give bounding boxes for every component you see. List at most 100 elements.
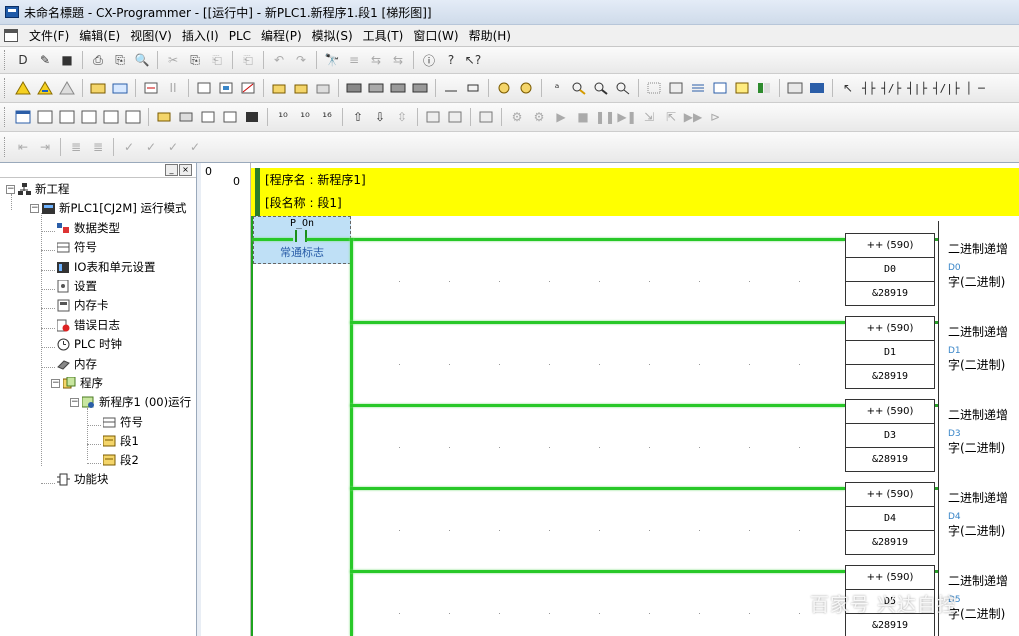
contact-or-icon[interactable]: ┤|├: [907, 82, 927, 95]
rung-up-icon[interactable]: ⇧: [348, 107, 368, 127]
tree-node-memory[interactable]: 内存: [57, 355, 97, 373]
tree-node-project[interactable]: − 新工程: [6, 180, 70, 198]
display-10-icon[interactable]: ¹⁰: [273, 107, 293, 127]
menu-view[interactable]: 视图(V): [125, 27, 177, 44]
display-16-icon[interactable]: ¹⁶: [317, 107, 337, 127]
grid-icon[interactable]: [644, 78, 664, 98]
cross-ref-view-icon[interactable]: [220, 107, 240, 127]
table-view-icon[interactable]: [710, 78, 730, 98]
toolbar-grip[interactable]: [4, 50, 8, 70]
zoom-icon[interactable]: [591, 78, 611, 98]
memory-view-icon[interactable]: [198, 107, 218, 127]
project-window-icon[interactable]: [13, 107, 33, 127]
properties-window-icon[interactable]: [101, 107, 121, 127]
rung-comment[interactable]: [程序名 : 新程序1] [段名称 : 段1]: [251, 168, 1019, 216]
mnemonic-view-icon[interactable]: [785, 78, 805, 98]
tree-node-function-blocks[interactable]: 功能块: [57, 470, 109, 488]
collapse-icon[interactable]: −: [70, 397, 79, 407]
sim-run-icon[interactable]: ▶: [551, 107, 571, 127]
instruction-increment[interactable]: ++ (590) D0 &28919: [845, 233, 935, 306]
force-on-icon[interactable]: [441, 78, 461, 98]
about-icon[interactable]: ⓘ: [419, 50, 439, 70]
collapse-icon[interactable]: −: [30, 203, 39, 213]
tree-node-error-log[interactable]: 错误日志: [56, 316, 120, 334]
ladder-diagram[interactable]: [程序名 : 新程序1] [段名称 : 段1] P_On 常通标志 ++ (59…: [251, 163, 1019, 636]
menu-edit[interactable]: 编辑(E): [74, 27, 125, 44]
sim-continue-icon[interactable]: ▶▶: [683, 107, 703, 127]
show-comments-icon[interactable]: [666, 78, 686, 98]
reset-value-icon[interactable]: [516, 78, 536, 98]
verify-icon[interactable]: [313, 78, 333, 98]
vertical-line-icon[interactable]: │: [966, 82, 973, 95]
replace-icon[interactable]: ≡: [344, 50, 364, 70]
sim-connect-icon[interactable]: ⚙: [507, 107, 527, 127]
set-value-icon[interactable]: [494, 78, 514, 98]
output-view-icon[interactable]: [242, 107, 262, 127]
menu-program[interactable]: 编程(P): [256, 27, 307, 44]
zoom-in-icon[interactable]: [569, 78, 589, 98]
print-preview-icon[interactable]: 🔍: [132, 50, 152, 70]
help-icon[interactable]: ?: [441, 50, 461, 70]
monitor-mode-icon[interactable]: [238, 78, 258, 98]
debug-mode-icon[interactable]: [216, 78, 236, 98]
sim-stop-icon[interactable]: ■: [573, 107, 593, 127]
tree-node-section-2[interactable]: 段2: [102, 451, 139, 469]
print-icon[interactable]: ⎙: [88, 50, 108, 70]
cut-icon[interactable]: ✂: [163, 50, 183, 70]
context-help-icon[interactable]: ↖?: [463, 50, 483, 70]
rack3-icon[interactable]: [388, 78, 408, 98]
st-view-icon[interactable]: [807, 78, 827, 98]
display-10-bin-icon[interactable]: ¹⁰: [295, 107, 315, 127]
symbols-view-icon[interactable]: [176, 107, 196, 127]
print-setup-icon[interactable]: ⎘: [110, 50, 130, 70]
list-view-icon[interactable]: [688, 78, 708, 98]
upload-icon[interactable]: [291, 78, 311, 98]
bookmark-next-icon[interactable]: ✓: [141, 137, 161, 157]
instruction-increment[interactable]: ++ (590) D1 &28919: [845, 316, 935, 389]
collapse-icon[interactable]: −: [51, 378, 60, 388]
menu-tools[interactable]: 工具(T): [358, 27, 409, 44]
tree-node-section-1[interactable]: 段1: [102, 432, 139, 450]
contact-no-icon[interactable]: ┤├: [862, 82, 875, 95]
sim-step-out-icon[interactable]: ⇱: [661, 107, 681, 127]
sim-step-icon[interactable]: ▶❚: [617, 107, 637, 127]
rack4-icon[interactable]: [410, 78, 430, 98]
output-window-icon[interactable]: [35, 107, 55, 127]
tree-node-io-table[interactable]: IO表和单元设置: [57, 258, 155, 276]
rung-down-icon[interactable]: ⇩: [370, 107, 390, 127]
uncomment-block-icon[interactable]: ≣: [88, 137, 108, 157]
menu-plc[interactable]: PLC: [224, 29, 256, 43]
menu-simulate[interactable]: 模拟(S): [307, 27, 358, 44]
collapse-icon[interactable]: −: [6, 184, 15, 194]
sim-scan-icon[interactable]: ⊳: [705, 107, 725, 127]
rack2-icon[interactable]: [366, 78, 386, 98]
menu-window[interactable]: 窗口(W): [408, 27, 463, 44]
outdent-icon[interactable]: ⇥: [35, 137, 55, 157]
work-online-icon[interactable]: [35, 78, 55, 98]
tree-node-program-symbols[interactable]: 符号: [102, 413, 143, 431]
monitor-icon[interactable]: [88, 78, 108, 98]
paste-icon[interactable]: ⎗: [207, 50, 227, 70]
menu-help[interactable]: 帮助(H): [464, 27, 516, 44]
tree-node-settings[interactable]: 设置: [57, 277, 97, 295]
paste-special-icon[interactable]: ⎗: [238, 50, 258, 70]
menu-file[interactable]: 文件(F): [24, 27, 74, 44]
watch-window-icon[interactable]: [57, 107, 77, 127]
pin-icon[interactable]: _: [165, 164, 178, 176]
address-reference-icon[interactable]: ⇆: [388, 50, 408, 70]
pause-icon[interactable]: II: [163, 78, 183, 98]
download-icon[interactable]: [269, 78, 289, 98]
instruction-increment[interactable]: ++ (590) D3 &28919: [845, 399, 935, 472]
io-window-icon[interactable]: [123, 107, 143, 127]
save-icon[interactable]: ■: [57, 50, 77, 70]
rack-icon[interactable]: [344, 78, 364, 98]
instruction-increment[interactable]: ++ (590) D4 &28919: [845, 482, 935, 555]
menu-insert[interactable]: 插入(I): [177, 27, 224, 44]
horizontal-line-icon[interactable]: ─: [978, 82, 985, 95]
close-icon[interactable]: ×: [179, 164, 192, 176]
contact-or-nc-icon[interactable]: ┤/|├: [933, 82, 960, 95]
bar-view-icon[interactable]: [732, 78, 752, 98]
tree-node-memory-card[interactable]: 内存卡: [57, 296, 109, 314]
transfer-icon[interactable]: [141, 78, 161, 98]
bookmark-clear-icon[interactable]: ✓: [185, 137, 205, 157]
